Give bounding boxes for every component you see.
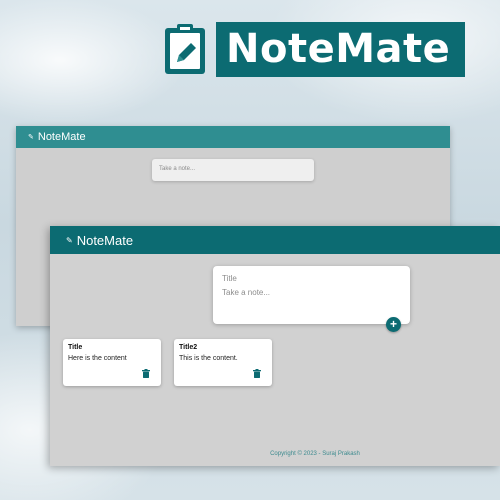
- app-header: ✎ NoteMate: [50, 226, 500, 254]
- header-title: NoteMate: [37, 131, 86, 143]
- note-card: Title Here is the content: [63, 339, 161, 386]
- front-window-screenshot: ✎ NoteMate Title Take a note... + Title …: [50, 226, 500, 466]
- note-content: Here is the content: [68, 355, 127, 362]
- clipboard-pencil-icon: [165, 24, 205, 74]
- note-title: Title: [68, 344, 83, 351]
- note-body-input[interactable]: Take a note...: [222, 288, 270, 297]
- note-card: Title2 This is the content.: [174, 339, 272, 386]
- trash-icon[interactable]: [142, 369, 150, 378]
- title-input[interactable]: Title: [222, 274, 237, 283]
- compose-note-card: Title Take a note...: [213, 266, 410, 324]
- footer-copyright: Copyright © 2023 - Suraj Prakash: [270, 451, 360, 457]
- note-content: This is the content.: [179, 355, 238, 362]
- logo-pencil-icon: ✎: [66, 235, 73, 245]
- trash-icon[interactable]: [253, 369, 261, 378]
- header-title: NoteMate: [76, 232, 134, 248]
- note-input[interactable]: Take a note...: [152, 159, 314, 181]
- add-note-button[interactable]: +: [386, 317, 401, 332]
- note-title: Title2: [179, 344, 198, 351]
- hero-app-title: NoteMate: [216, 22, 465, 77]
- app-header: ✎ NoteMate: [16, 126, 450, 148]
- logo-pencil-icon: ✎: [28, 134, 34, 141]
